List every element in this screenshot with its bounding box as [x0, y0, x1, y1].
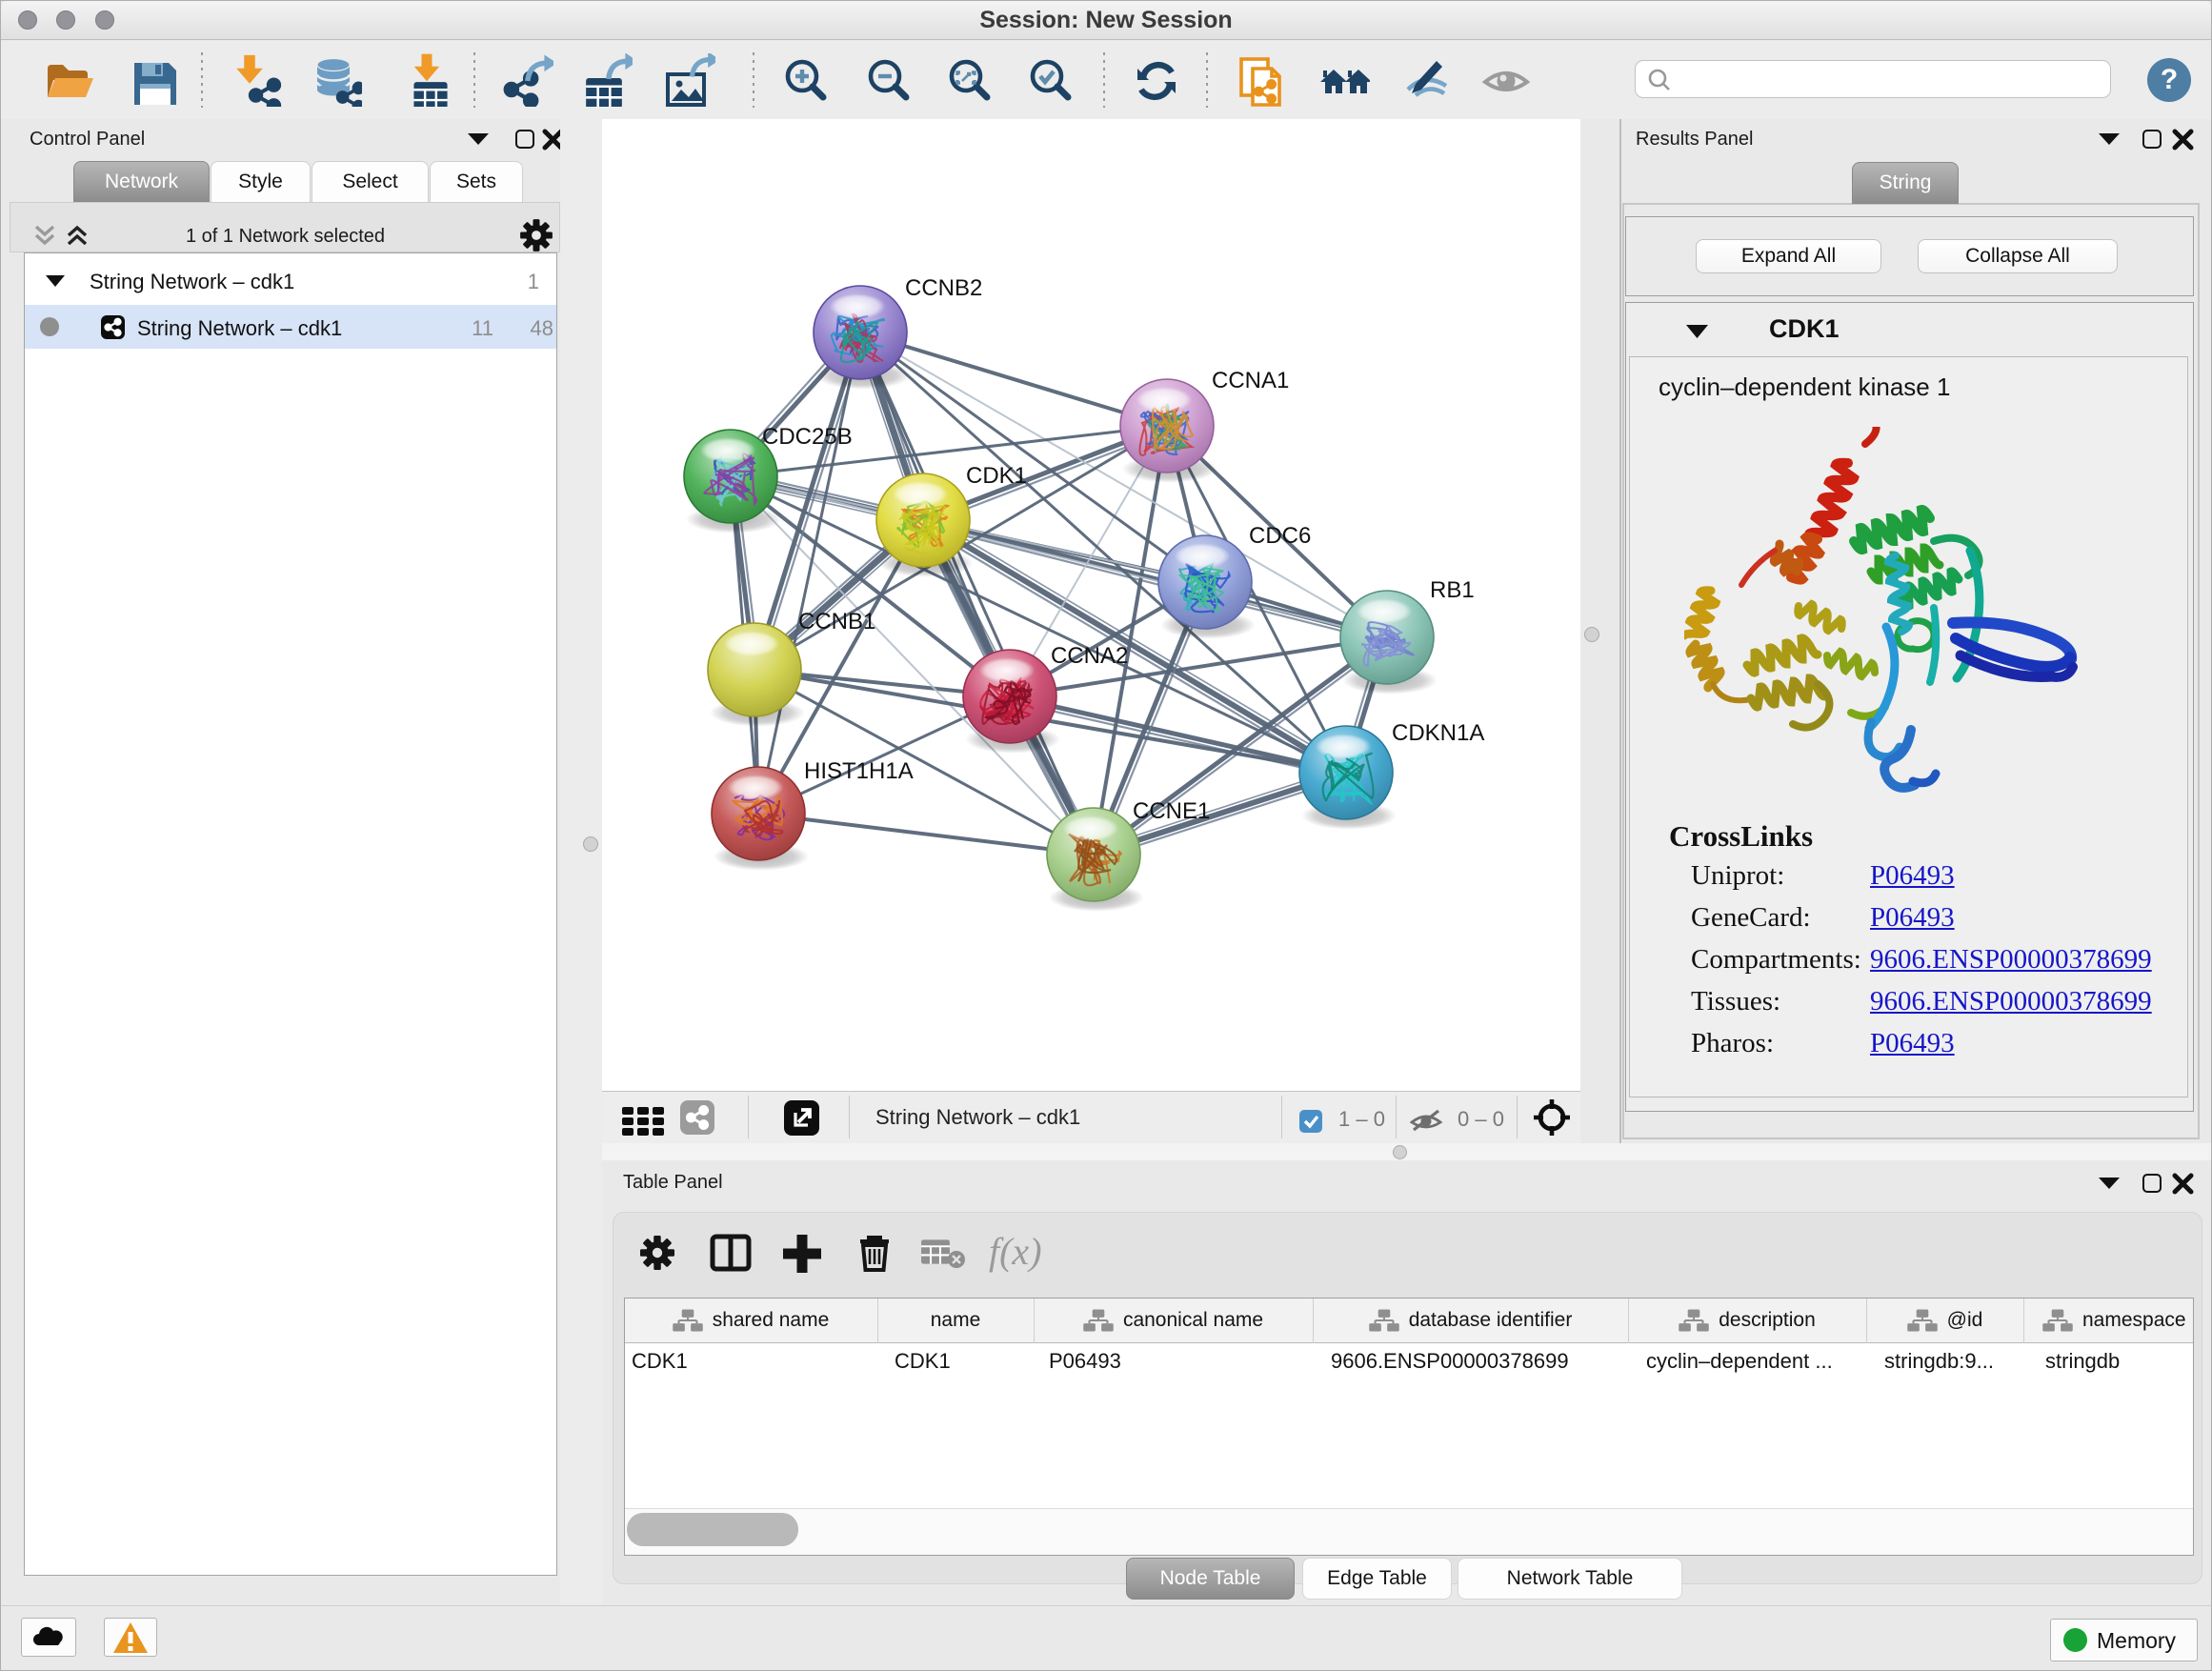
svg-text:CCNB2: CCNB2 — [905, 275, 982, 301]
svg-text:CDK1: CDK1 — [966, 463, 1027, 489]
svg-text:CCNA2: CCNA2 — [1051, 643, 1128, 669]
svg-text:CCNA1: CCNA1 — [1212, 368, 1289, 393]
svg-text:CDC25B: CDC25B — [762, 424, 853, 450]
svg-text:CCNE1: CCNE1 — [1133, 798, 1210, 824]
svg-text:CDC6: CDC6 — [1249, 523, 1311, 549]
svg-text:CCNB1: CCNB1 — [798, 609, 875, 634]
svg-text:HIST1H1A: HIST1H1A — [804, 758, 914, 784]
svg-text:CDKN1A: CDKN1A — [1392, 720, 1484, 746]
svg-text:RB1: RB1 — [1430, 577, 1475, 603]
